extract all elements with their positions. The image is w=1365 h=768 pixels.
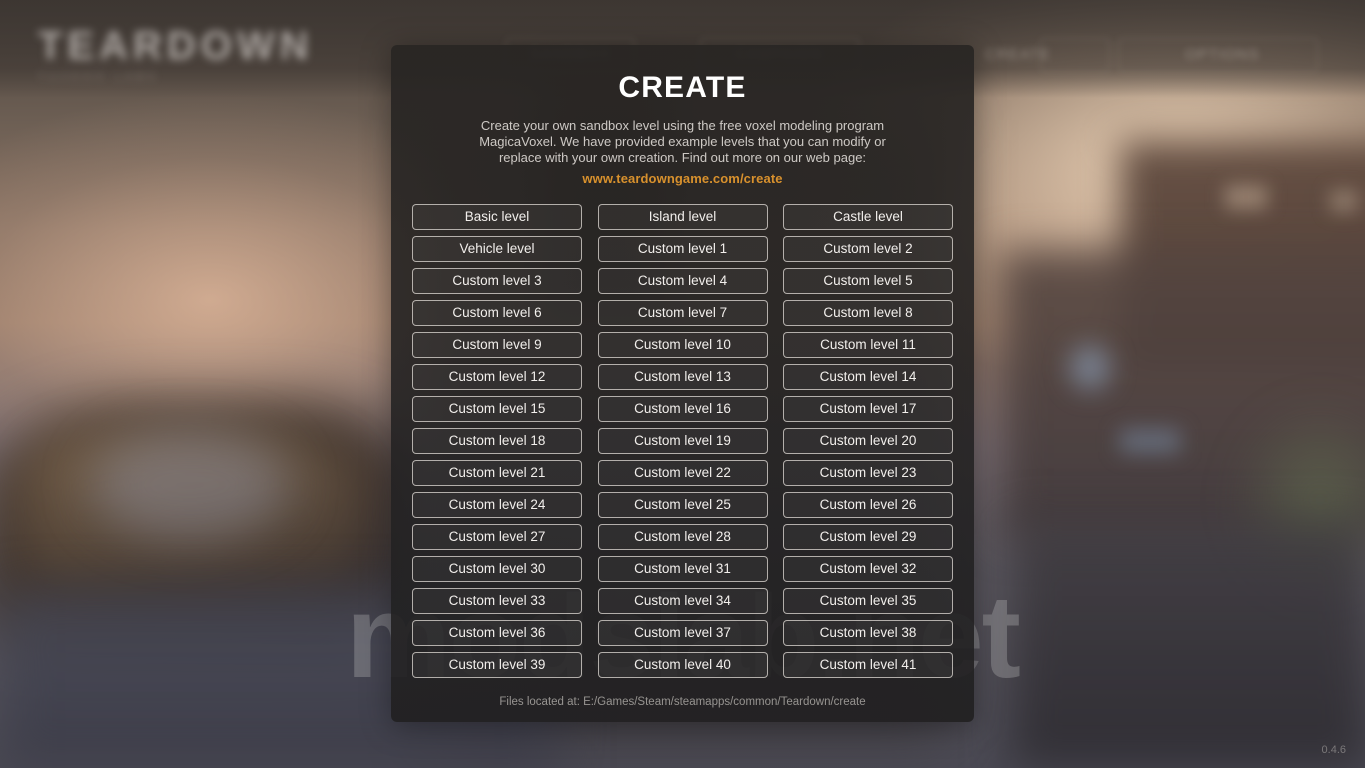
level-button[interactable]: Custom level 27 xyxy=(412,524,582,550)
level-button[interactable]: Custom level 34 xyxy=(597,588,768,614)
level-button[interactable]: Custom level 21 xyxy=(412,460,582,486)
level-button[interactable]: Custom level 4 xyxy=(597,268,768,294)
level-button[interactable]: Castle level xyxy=(783,204,953,230)
level-button[interactable]: Custom level 33 xyxy=(412,588,582,614)
level-button[interactable]: Custom level 25 xyxy=(597,492,768,518)
dialog-footer-path: Files located at: E:/Games/Steam/steamap… xyxy=(499,696,866,708)
level-button[interactable]: Custom level 22 xyxy=(597,460,768,486)
level-button[interactable]: Custom level 9 xyxy=(412,332,582,358)
game-logo: TEARDOWN TUXEDO LABS xyxy=(38,24,338,84)
level-button[interactable]: Custom level 18 xyxy=(412,428,582,454)
background-left-roof xyxy=(90,430,290,540)
nav-item-create[interactable]: CREATE xyxy=(985,46,1051,63)
level-button[interactable]: Custom level 11 xyxy=(783,332,953,358)
level-button[interactable]: Custom level 5 xyxy=(783,268,953,294)
game-logo-subtitle: TUXEDO LABS xyxy=(38,71,160,83)
game-logo-text: TEARDOWN xyxy=(38,24,314,68)
background-right-highlight-1 xyxy=(1070,345,1110,390)
nav-item-options[interactable]: OPTIONS xyxy=(1185,46,1260,63)
level-button[interactable]: Custom level 20 xyxy=(783,428,953,454)
level-button[interactable]: Custom level 16 xyxy=(597,396,768,422)
level-button[interactable]: Custom level 41 xyxy=(783,652,953,678)
dialog-title: CREATE xyxy=(618,71,747,104)
level-button[interactable]: Custom level 40 xyxy=(597,652,768,678)
background-right-window-2 xyxy=(1330,190,1358,212)
level-button[interactable]: Custom level 8 xyxy=(783,300,953,326)
level-button[interactable]: Custom level 28 xyxy=(597,524,768,550)
level-button[interactable]: Basic level xyxy=(412,204,582,230)
level-button[interactable]: Custom level 6 xyxy=(412,300,582,326)
level-button[interactable]: Custom level 1 xyxy=(597,236,768,262)
level-button[interactable]: Custom level 19 xyxy=(597,428,768,454)
level-button[interactable]: Island level xyxy=(597,204,768,230)
level-button[interactable]: Custom level 2 xyxy=(783,236,953,262)
version-label: 0.4.6 xyxy=(1321,744,1346,756)
level-button[interactable]: Custom level 38 xyxy=(783,620,953,646)
website-link[interactable]: www.teardowngame.com/create xyxy=(391,171,974,186)
level-button-grid: Basic level Island level Castle level Vehic… xyxy=(412,204,953,678)
level-button[interactable]: Custom level 26 xyxy=(783,492,953,518)
level-button[interactable]: Custom level 3 xyxy=(412,268,582,294)
create-dialog: CREATE Create your own sandbox level usi… xyxy=(391,45,974,722)
level-button[interactable]: Custom level 10 xyxy=(597,332,768,358)
background-right-window-1 xyxy=(1225,185,1267,209)
level-button[interactable]: Vehicle level xyxy=(412,236,582,262)
level-button[interactable]: Custom level 17 xyxy=(783,396,953,422)
level-button[interactable]: Custom level 39 xyxy=(412,652,582,678)
level-button[interactable]: Custom level 23 xyxy=(783,460,953,486)
level-button[interactable]: Custom level 14 xyxy=(783,364,953,390)
level-button[interactable]: Custom level 31 xyxy=(597,556,768,582)
level-button[interactable]: Custom level 32 xyxy=(783,556,953,582)
level-button[interactable]: Custom level 37 xyxy=(597,620,768,646)
level-button[interactable]: Custom level 36 xyxy=(412,620,582,646)
level-button[interactable]: Custom level 12 xyxy=(412,364,582,390)
level-button[interactable]: Custom level 7 xyxy=(597,300,768,326)
level-button[interactable]: Custom level 30 xyxy=(412,556,582,582)
level-button[interactable]: Custom level 13 xyxy=(597,364,768,390)
level-button[interactable]: Custom level 24 xyxy=(412,492,582,518)
dialog-description: Create your own sandbox level using the … xyxy=(479,118,886,165)
level-button[interactable]: Custom level 15 xyxy=(412,396,582,422)
background-right-highlight-2 xyxy=(1120,430,1180,452)
level-button[interactable]: Custom level 29 xyxy=(783,524,953,550)
level-button[interactable]: Custom level 35 xyxy=(783,588,953,614)
